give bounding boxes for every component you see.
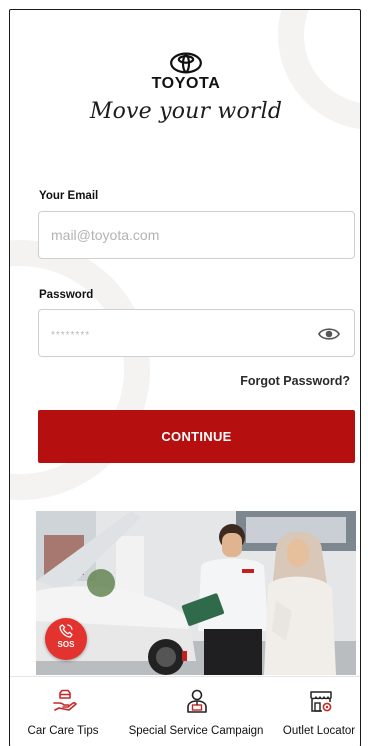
brand-header: TOYOTA Move your world xyxy=(10,52,360,124)
bottom-navigation: Car Care Tips Special Service Campaign O… xyxy=(10,676,360,746)
brand-name: TOYOTA xyxy=(151,75,221,92)
promo-banner-image xyxy=(36,511,356,675)
phone-icon xyxy=(59,624,73,638)
eye-icon[interactable] xyxy=(318,325,340,343)
car-care-hand-icon xyxy=(53,689,77,711)
sos-label: SOS xyxy=(57,640,75,649)
continue-button[interactable]: CONTINUE xyxy=(38,410,355,463)
outlet-store-icon xyxy=(310,691,332,712)
app-screen: TOYOTA Move your world Your Email Passwo… xyxy=(9,9,361,746)
service-advisor-icon xyxy=(187,689,207,713)
password-input[interactable] xyxy=(51,325,311,341)
nav-label: Car Care Tips xyxy=(27,725,99,737)
email-field-box xyxy=(38,211,355,259)
toyota-logo-icon xyxy=(170,52,202,74)
nav-item-car-care-tips[interactable]: Car Care Tips xyxy=(10,677,116,746)
nav-label: Outlet Locator xyxy=(282,725,356,737)
email-label: Your Email xyxy=(39,190,99,202)
nav-item-outlet-locator[interactable]: Outlet Locator xyxy=(276,677,360,746)
nav-item-special-service-campaign[interactable]: Special Service Campaign xyxy=(116,677,276,746)
nav-label: Special Service Campaign xyxy=(128,725,264,737)
password-label: Password xyxy=(39,289,94,301)
email-input[interactable] xyxy=(51,227,311,243)
password-field-box xyxy=(38,309,355,357)
brand-tagline: Move your world xyxy=(89,99,283,124)
forgot-password-link[interactable]: Forgot Password? xyxy=(240,374,350,388)
sos-button[interactable]: SOS xyxy=(45,618,87,660)
